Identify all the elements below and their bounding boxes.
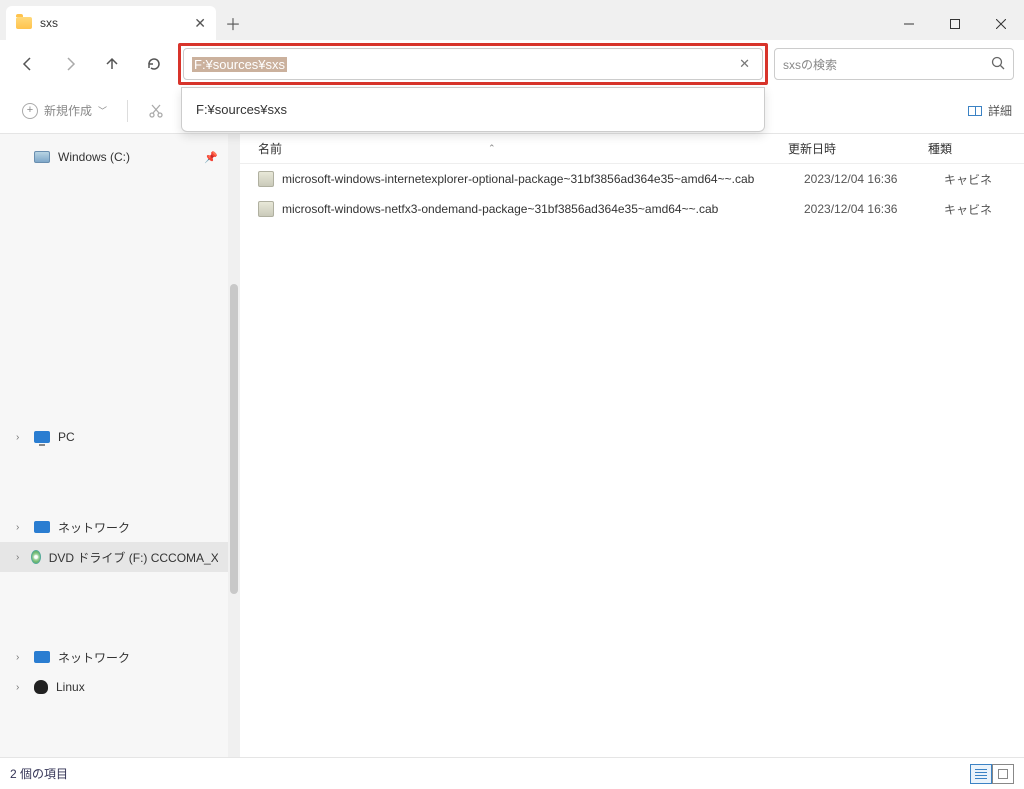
plus-circle-icon: + xyxy=(22,103,38,119)
file-pane: 名前 ⌃ 更新日時 種類 microsoft-windows-internete… xyxy=(228,134,1024,757)
chevron-icon[interactable]: › xyxy=(16,522,26,533)
close-icon[interactable]: ✕ xyxy=(194,15,206,32)
file-row[interactable]: microsoft-windows-internetexplorer-optio… xyxy=(228,164,1024,194)
main-area: › Windows (C:) 📌 › PC › ネットワーク › DVD ドライ… xyxy=(0,134,1024,757)
chevron-icon[interactable]: › xyxy=(16,552,23,563)
chevron-icon[interactable]: › xyxy=(16,652,26,663)
cab-file-icon xyxy=(258,171,274,187)
sidebar-item-network[interactable]: › ネットワーク xyxy=(0,512,228,542)
file-date: 2023/12/04 16:36 xyxy=(804,202,944,216)
chevron-icon[interactable]: › xyxy=(16,682,26,693)
tab-title: sxs xyxy=(40,16,186,30)
scrollbar-thumb[interactable] xyxy=(230,284,238,594)
sidebar-label: Windows (C:) xyxy=(58,150,130,164)
file-date: 2023/12/04 16:36 xyxy=(804,172,944,186)
new-button[interactable]: + 新規作成 ﹀ xyxy=(12,96,117,125)
file-type: キャビネ xyxy=(944,171,1024,188)
toolbar: F:¥sources¥sxs ✕ F:¥sources¥sxs sxsの検索 xyxy=(0,40,1024,88)
tab-current[interactable]: sxs ✕ xyxy=(6,6,216,40)
maximize-button[interactable] xyxy=(932,8,978,40)
chevron-down-icon: ﹀ xyxy=(98,104,107,117)
network-icon xyxy=(34,521,50,533)
address-text[interactable]: F:¥sources¥sxs xyxy=(192,57,287,72)
column-type[interactable]: 種類 xyxy=(928,140,1008,157)
column-headers: 名前 ⌃ 更新日時 種類 xyxy=(228,134,1024,164)
address-highlight: F:¥sources¥sxs ✕ xyxy=(178,43,768,85)
sidebar-item-windows-c[interactable]: › Windows (C:) 📌 xyxy=(0,142,228,172)
network-icon xyxy=(34,651,50,663)
sidebar-label: Linux xyxy=(56,680,85,694)
sidebar-label: PC xyxy=(58,430,75,444)
address-bar-wrap: F:¥sources¥sxs ✕ F:¥sources¥sxs xyxy=(178,43,768,85)
search-box[interactable]: sxsの検索 xyxy=(774,48,1014,80)
view-large-button[interactable] xyxy=(992,764,1014,784)
up-button[interactable] xyxy=(94,46,130,82)
address-suggestions: F:¥sources¥sxs xyxy=(181,87,765,132)
back-button[interactable] xyxy=(10,46,46,82)
status-count: 2 個の項目 xyxy=(10,765,68,782)
sort-indicator-icon: ⌃ xyxy=(488,143,496,154)
sidebar-item-pc[interactable]: › PC xyxy=(0,422,228,452)
cut-button[interactable] xyxy=(138,97,174,125)
folder-icon xyxy=(16,17,32,29)
search-placeholder: sxsの検索 xyxy=(783,56,837,73)
pc-icon xyxy=(34,431,50,443)
sidebar-item-network-2[interactable]: › ネットワーク xyxy=(0,642,228,672)
view-toggle xyxy=(970,764,1014,784)
scrollbar-track[interactable] xyxy=(228,134,240,757)
sidebar-label: ネットワーク xyxy=(58,519,130,536)
sidebar-item-linux[interactable]: › Linux xyxy=(0,672,228,702)
clear-address-icon[interactable]: ✕ xyxy=(735,56,754,72)
file-row[interactable]: microsoft-windows-netfx3-ondemand-packag… xyxy=(228,194,1024,224)
dvd-icon xyxy=(31,550,41,564)
sidebar-label: DVD ドライブ (F:) CCCOMA_X64FRE_JA-JP_ xyxy=(49,549,218,566)
linux-icon xyxy=(34,680,48,694)
address-bar[interactable]: F:¥sources¥sxs ✕ xyxy=(183,48,763,80)
status-bar: 2 個の項目 xyxy=(0,757,1024,789)
refresh-button[interactable] xyxy=(136,46,172,82)
details-button[interactable]: 詳細 xyxy=(968,102,1012,119)
new-label: 新規作成 xyxy=(44,102,92,119)
column-name[interactable]: 名前 ⌃ xyxy=(258,140,788,157)
separator xyxy=(127,100,128,122)
view-details-button[interactable] xyxy=(970,764,992,784)
forward-button[interactable] xyxy=(52,46,88,82)
pin-icon[interactable]: 📌 xyxy=(204,151,218,164)
titlebar: sxs ✕ ＋ xyxy=(0,0,1024,40)
search-icon[interactable] xyxy=(991,56,1005,73)
sidebar-label: ネットワーク xyxy=(58,649,130,666)
file-name: microsoft-windows-internetexplorer-optio… xyxy=(282,172,804,186)
minimize-button[interactable] xyxy=(886,8,932,40)
details-icon xyxy=(968,106,982,116)
sidebar-item-dvd[interactable]: › DVD ドライブ (F:) CCCOMA_X64FRE_JA-JP_ xyxy=(0,542,228,572)
new-tab-button[interactable]: ＋ xyxy=(216,6,250,40)
suggestion-item[interactable]: F:¥sources¥sxs xyxy=(182,96,764,123)
file-name: microsoft-windows-netfx3-ondemand-packag… xyxy=(282,202,804,216)
sidebar: › Windows (C:) 📌 › PC › ネットワーク › DVD ドライ… xyxy=(0,134,228,757)
chevron-icon[interactable]: › xyxy=(16,432,26,443)
details-label: 詳細 xyxy=(988,102,1012,119)
drive-icon xyxy=(34,151,50,163)
cab-file-icon xyxy=(258,201,274,217)
column-name-label: 名前 xyxy=(258,140,282,157)
column-date[interactable]: 更新日時 xyxy=(788,140,928,157)
close-button[interactable] xyxy=(978,8,1024,40)
file-type: キャビネ xyxy=(944,201,1024,218)
window-controls xyxy=(886,8,1024,40)
